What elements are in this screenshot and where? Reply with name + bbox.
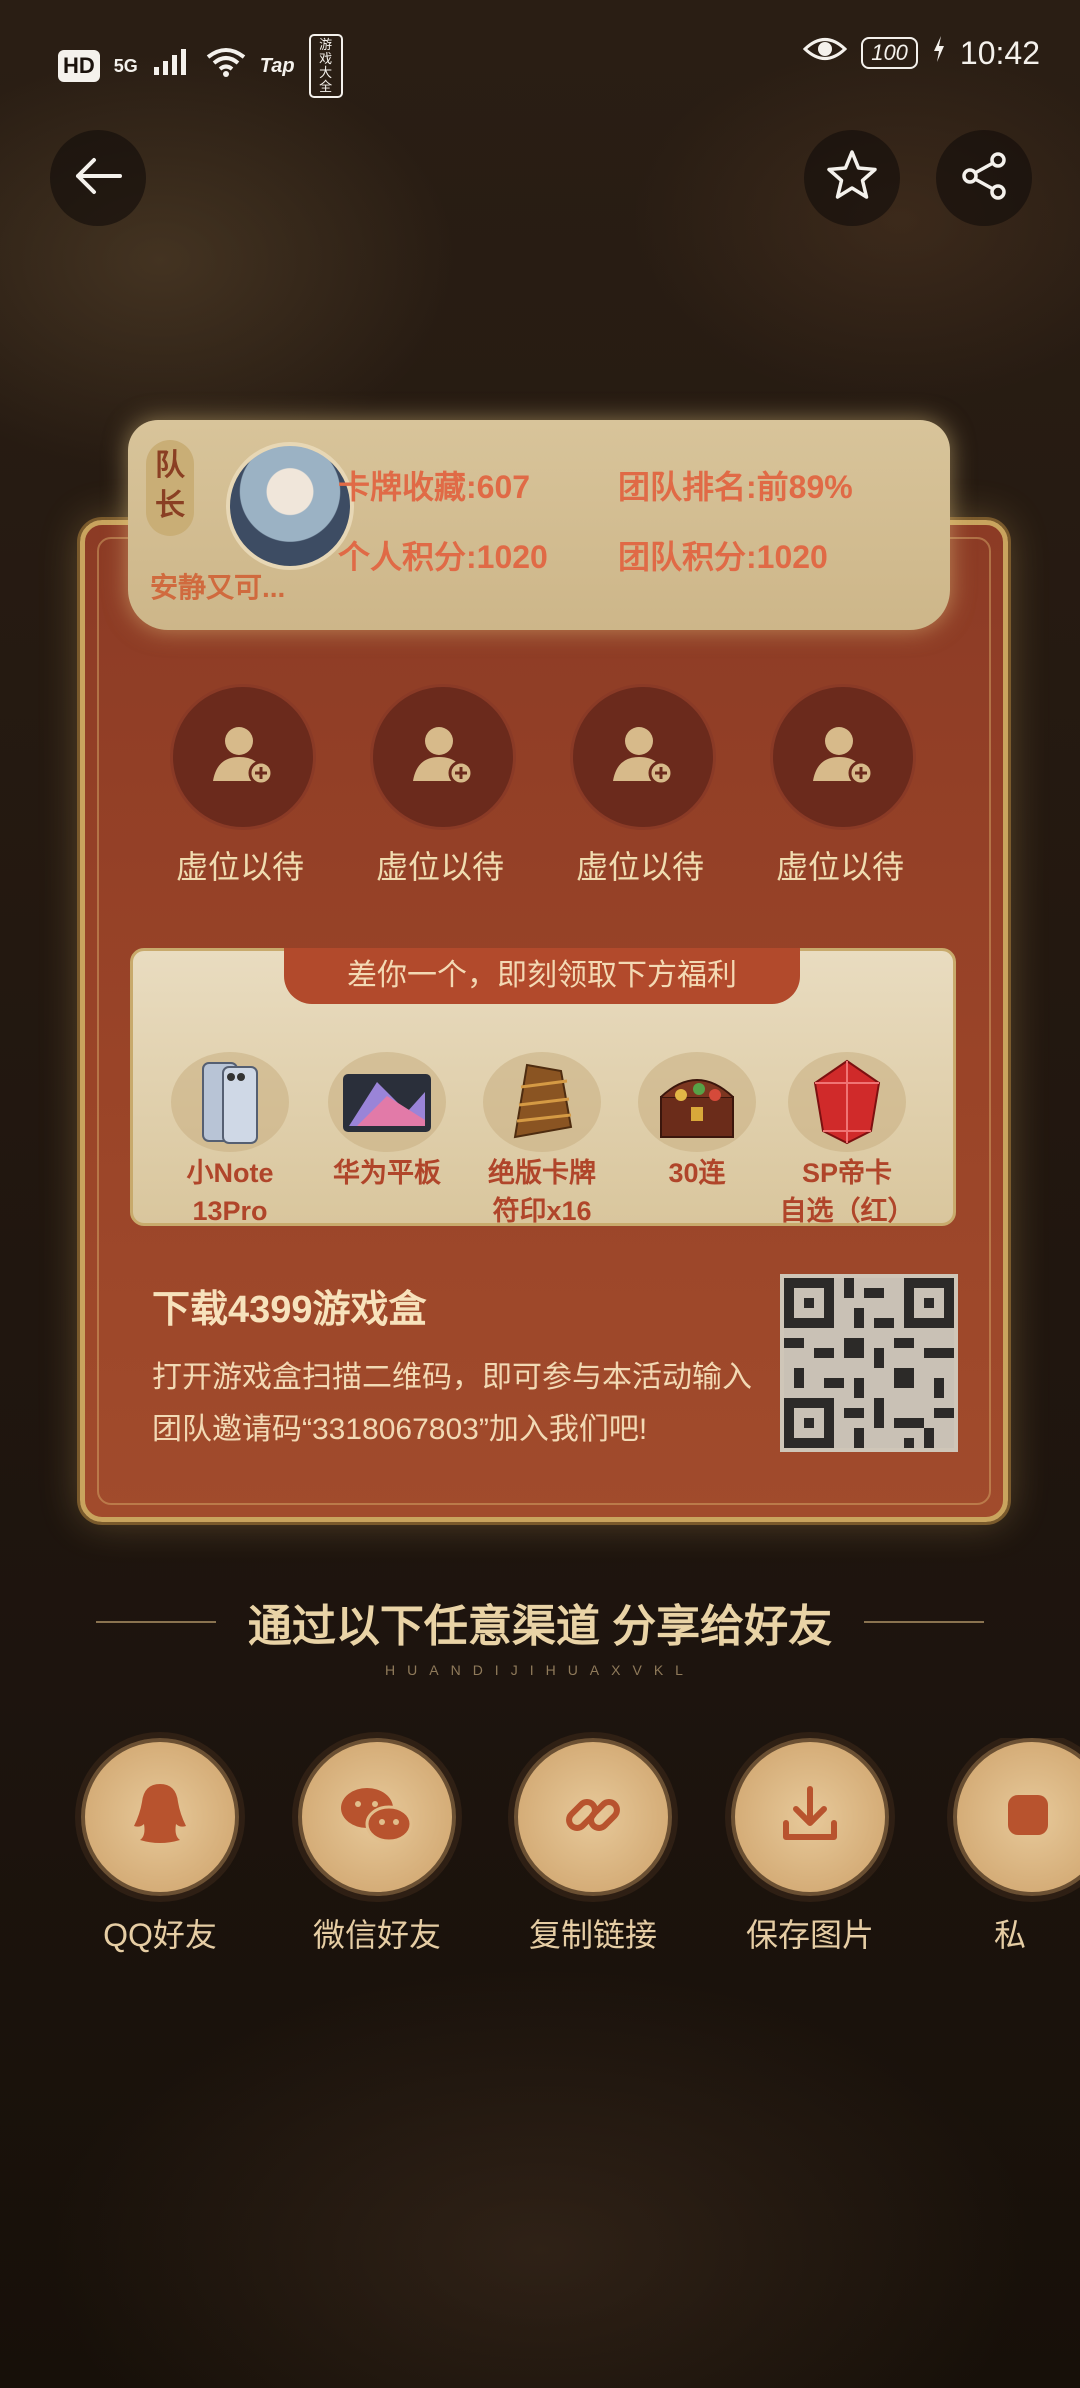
team-slot[interactable]: 虚位以待 <box>170 684 316 888</box>
reward-label: SP帝卡 <box>801 1158 893 1188</box>
share-title: 通过以下任意渠道 分享给好友 <box>247 1602 833 1651</box>
share-icon-circle <box>731 1738 889 1896</box>
slot-label: 虚位以待 <box>175 849 304 885</box>
clock: 10:42 <box>959 34 1040 71</box>
favorite-button[interactable] <box>804 130 900 226</box>
wifi-icon <box>206 47 246 85</box>
team-rank-stat: 团队排名:前89% <box>618 469 853 505</box>
add-member-icon <box>403 715 483 800</box>
tablet-icon <box>328 1052 446 1152</box>
arrow-left-icon <box>70 148 126 209</box>
tap-app-label: Tap <box>259 54 295 77</box>
slot-avatar <box>370 684 516 830</box>
share-label: 复制链接 <box>528 1917 657 1953</box>
share-subtitle: HUANDIJIHUAXVKL <box>385 1662 695 1678</box>
signal-icon <box>152 47 192 85</box>
app-icon <box>1002 1785 1062 1850</box>
slot-label: 虚位以待 <box>775 849 904 885</box>
captain-tag: 队长 <box>146 440 194 536</box>
download-title: 下载4399游戏盒 <box>152 1289 427 1331</box>
share-more-button[interactable]: 私 <box>938 1738 1080 1956</box>
share-label: 保存图片 <box>745 1917 874 1953</box>
team-slot[interactable]: 虚位以待 <box>770 684 916 888</box>
share-label: 微信好友 <box>312 1917 441 1953</box>
team-score-stat: 团队积分:1020 <box>618 539 828 575</box>
slot-avatar <box>770 684 916 830</box>
avatar[interactable] <box>226 442 354 570</box>
share-wechat-button[interactable]: 微信好友 <box>287 1738 467 1956</box>
hd-badge: HD <box>58 50 100 82</box>
wechat-icon <box>337 1780 417 1855</box>
share-icon-circle <box>298 1738 456 1896</box>
reward-label: 符印x16 <box>492 1196 592 1226</box>
reward-item: 30连 <box>612 1052 782 1194</box>
slot-avatar <box>570 684 716 830</box>
team-slot[interactable]: 虚位以待 <box>570 684 716 888</box>
reward-label: 绝版卡牌 <box>488 1158 596 1188</box>
game-box-icon: 游戏大全 <box>308 34 343 98</box>
charging-icon <box>932 34 946 72</box>
download-icon <box>778 1783 842 1852</box>
link-icon <box>561 1783 625 1852</box>
rewards-banner: 差你一个，即刻领取下方福利 <box>284 948 800 1004</box>
share-label: 私 <box>994 1917 1027 1953</box>
eye-icon <box>803 34 848 72</box>
reward-label: 13Pro <box>192 1196 268 1226</box>
share-button[interactable] <box>936 130 1032 226</box>
add-member-icon <box>803 715 883 800</box>
reward-item: 绝版卡牌 符印x16 <box>457 1052 627 1228</box>
back-button[interactable] <box>50 130 146 226</box>
share-icon-circle <box>953 1738 1080 1896</box>
reward-label: 自选（红） <box>779 1196 915 1226</box>
slot-label: 虚位以待 <box>575 849 704 885</box>
share-qq-button[interactable]: QQ好友 <box>70 1738 250 1956</box>
ruby-card-icon <box>788 1052 906 1152</box>
reward-label: 华为平板 <box>333 1158 441 1188</box>
slot-label: 虚位以待 <box>375 849 504 885</box>
download-description: 打开游戏盒扫描二维码，即可参与本活动输入团队邀请码“3318067803”加入我… <box>152 1361 752 1446</box>
share-icon-circle <box>514 1738 672 1896</box>
reward-label: 小Note <box>186 1158 274 1188</box>
reward-item: 华为平板 <box>302 1052 472 1194</box>
personal-score-stat: 个人积分:1020 <box>338 539 548 575</box>
slot-avatar <box>170 684 316 830</box>
qq-icon <box>130 1780 190 1855</box>
star-icon <box>823 147 881 210</box>
team-slot[interactable]: 虚位以待 <box>370 684 516 888</box>
reward-item: 小Note 13Pro <box>145 1052 315 1228</box>
copy-link-button[interactable]: 复制链接 <box>503 1738 683 1956</box>
reward-label: 30连 <box>668 1158 726 1188</box>
add-member-icon <box>203 715 283 800</box>
share-icon <box>956 148 1012 209</box>
share-icon-circle <box>81 1738 239 1896</box>
reward-item: SP帝卡 自选（红） <box>762 1052 932 1228</box>
captain-name: 安静又可... <box>150 572 286 603</box>
card-collection-stat: 卡牌收藏:607 <box>338 469 531 505</box>
status-bar: HD 5G Tap 游戏大全 100 10:42 <box>0 0 1080 110</box>
add-member-icon <box>603 715 683 800</box>
treasure-chest-icon <box>638 1052 756 1152</box>
card-pack-icon <box>483 1052 601 1152</box>
network-label: 5G <box>113 55 138 76</box>
qr-code <box>780 1274 958 1452</box>
phone-icon <box>171 1052 289 1152</box>
share-label: QQ好友 <box>103 1917 217 1953</box>
battery-indicator: 100 <box>861 37 918 69</box>
save-image-button[interactable]: 保存图片 <box>720 1738 900 1956</box>
